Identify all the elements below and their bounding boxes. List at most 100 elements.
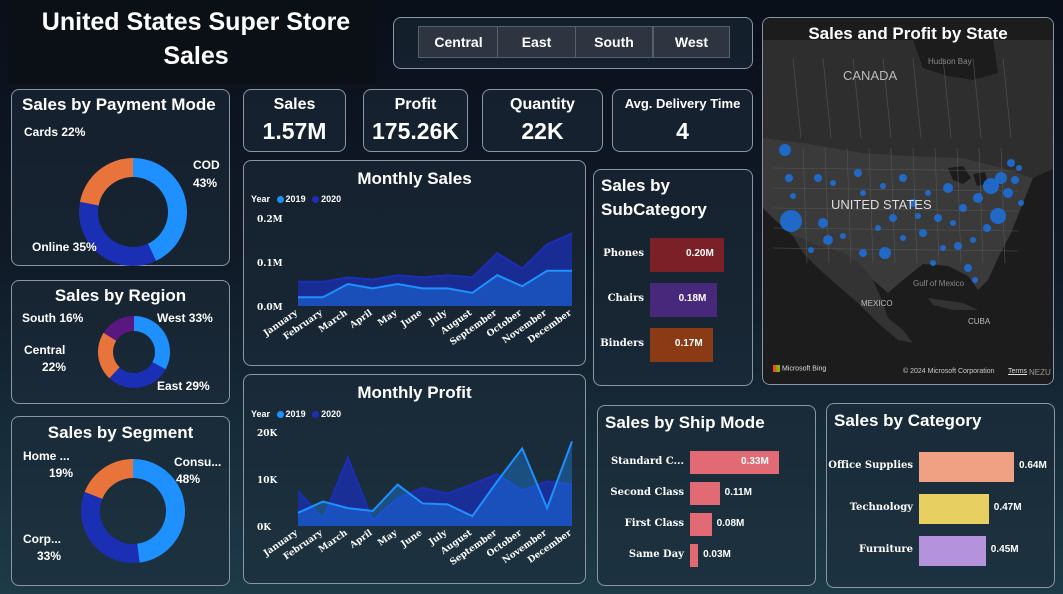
region-east-label: East 29%: [157, 379, 210, 393]
state-map-title: Sales and Profit by State: [808, 24, 1008, 43]
map-state-bubble[interactable]: [785, 174, 793, 182]
monthly-sales-ytick: 0.0M: [257, 303, 283, 313]
kpi-sales-card[interactable]: Sales 1.57M: [243, 89, 346, 152]
map-state-bubble[interactable]: [930, 260, 936, 266]
map-state-bubble[interactable]: [970, 237, 976, 243]
map-state-bubble[interactable]: [900, 235, 906, 241]
payment-online-label: Online 35%: [32, 240, 97, 254]
map-terms-link[interactable]: Terms: [1008, 368, 1027, 375]
kpi-delivery-card[interactable]: Avg. Delivery Time 4: [612, 89, 753, 152]
ship-mode-same-day-value: 0.03M: [703, 548, 731, 560]
segment-corp-pct: 33%: [37, 549, 62, 563]
map-state-bubble[interactable]: [779, 144, 791, 156]
payment-slice-cod[interactable]: [133, 158, 187, 261]
map-state-bubble[interactable]: [1016, 165, 1022, 171]
map-state-bubble[interactable]: [854, 169, 862, 177]
category-technology-bar[interactable]: [919, 494, 989, 524]
map-state-bubble[interactable]: [925, 190, 931, 196]
state-map[interactable]: CANADA Hudson Bay UNITED STATES MEXICO G…: [763, 18, 1054, 385]
category-office-supplies-bar[interactable]: [919, 452, 1014, 482]
map-state-bubble[interactable]: [823, 235, 833, 245]
kpi-quantity-card[interactable]: Quantity 22K: [482, 89, 603, 152]
map-state-bubble[interactable]: [880, 183, 886, 189]
segment-slice-corporate[interactable]: [80, 491, 140, 563]
segment-slice-home-office[interactable]: [84, 459, 133, 499]
payment-slice-cards[interactable]: [79, 158, 133, 206]
payment-cod-pct: 43%: [193, 176, 218, 190]
subcategory-chairs-label: Chairs: [607, 293, 644, 304]
monthly-sales-xtick: May: [376, 308, 400, 329]
payment-mode-panel[interactable]: Sales by Payment Mode Cards 22% COD 43% …: [11, 89, 230, 266]
map-state-bubble[interactable]: [919, 229, 927, 237]
segment-corp-name: Corp...: [23, 532, 61, 546]
subcategory-binders-label: Binders: [600, 338, 644, 349]
map-state-bubble[interactable]: [950, 220, 956, 226]
map-state-bubble[interactable]: [943, 183, 953, 193]
map-state-bubble[interactable]: [959, 204, 967, 212]
map-state-bubble[interactable]: [1003, 188, 1013, 198]
map-state-bubble[interactable]: [875, 225, 881, 231]
map-state-bubble[interactable]: [915, 213, 921, 219]
map-attribution: © 2024 Microsoft Corporation: [903, 368, 995, 375]
category-office-supplies-value: 0.64M: [1019, 460, 1047, 471]
monthly-sales-chart[interactable]: 0.2M0.1M0.0MJanuaryFebruaryMarchApril May…: [244, 161, 587, 367]
kpi-delivery-label: Avg. Delivery Time: [624, 96, 741, 111]
state-map-panel[interactable]: CANADA Hudson Bay UNITED STATES MEXICO G…: [762, 17, 1054, 385]
ship-mode-same-day-bar[interactable]: [690, 544, 699, 567]
map-state-bubble[interactable]: [860, 190, 866, 196]
map-state-bubble[interactable]: [972, 277, 978, 283]
subcategory-binders-value: 0.17M: [674, 338, 703, 349]
monthly-sales-panel[interactable]: Monthly Sales Year 2019 2020 0.2M 0.1M 0.0…: [243, 160, 586, 366]
map-state-bubble[interactable]: [954, 242, 962, 250]
map-state-bubble[interactable]: [995, 172, 1007, 184]
monthly-profit-chart[interactable]: 20K10K0KJanuaryFebruaryMarchApril May June…: [244, 375, 587, 585]
segment-panel[interactable]: Sales by Segment Home ... 19% Consu... 4…: [11, 416, 230, 586]
map-state-bubble[interactable]: [1011, 176, 1019, 184]
monthly-sales-xtick: April: [348, 308, 375, 331]
payment-cards-label: Cards 22%: [24, 125, 86, 139]
region-south-label: South 16%: [22, 311, 84, 325]
ship-mode-first-class-label: First Class: [624, 517, 684, 529]
payment-slice-online[interactable]: [79, 201, 156, 266]
ship-mode-second-class-bar[interactable]: [690, 482, 720, 505]
map-state-bubble[interactable]: [840, 233, 846, 239]
map-label-canada: CANADA: [843, 68, 898, 83]
kpi-profit-card[interactable]: Profit 175.26K: [363, 89, 468, 152]
map-state-bubble[interactable]: [990, 208, 1006, 224]
map-state-bubble[interactable]: [790, 193, 796, 199]
map-state-bubble[interactable]: [879, 247, 891, 259]
map-state-bubble[interactable]: [808, 247, 814, 253]
slicer-central[interactable]: Central: [418, 26, 499, 58]
segment-consumer-name: Consu...: [174, 455, 222, 469]
monthly-profit-panel[interactable]: Monthly Profit Year 2019 2020 20K 10K 0K Ja…: [243, 374, 586, 584]
category-furniture-bar[interactable]: [919, 536, 986, 566]
map-state-bubble[interactable]: [814, 174, 822, 182]
subcategory-panel[interactable]: Sales by SubCategory Phones 0.20M Chairs 0.…: [593, 169, 753, 386]
slicer-south[interactable]: South: [575, 26, 653, 58]
map-state-bubble[interactable]: [983, 224, 991, 232]
map-state-bubble[interactable]: [940, 245, 946, 251]
map-state-bubble[interactable]: [1018, 200, 1024, 206]
subcategory-phones-value: 0.20M: [686, 248, 714, 259]
map-state-bubble[interactable]: [973, 193, 983, 203]
map-state-bubble[interactable]: [859, 249, 867, 257]
map-state-bubble[interactable]: [830, 180, 836, 186]
ship-mode-standard-c-label: Standard C...: [610, 455, 684, 467]
monthly-profit-xtick: May: [376, 528, 400, 549]
ship-mode-first-class-bar[interactable]: [690, 513, 712, 536]
map-state-bubble[interactable]: [889, 214, 897, 222]
subcategory-title-line2: SubCategory: [601, 200, 707, 219]
map-state-bubble[interactable]: [1007, 159, 1015, 167]
slicer-east[interactable]: East: [497, 26, 576, 58]
category-panel[interactable]: Sales by Category Office Supplies 0.64M Te…: [826, 403, 1055, 588]
ship-mode-first-class-value: 0.08M: [716, 517, 745, 529]
ship-mode-panel[interactable]: Sales by Ship Mode Standard C... 0.33M Sec…: [597, 405, 816, 586]
map-state-bubble[interactable]: [818, 218, 828, 228]
map-state-bubble[interactable]: [964, 264, 972, 272]
map-state-bubble[interactable]: [934, 214, 942, 222]
slicer-west[interactable]: West: [653, 26, 730, 58]
map-state-bubble[interactable]: [899, 174, 907, 182]
monthly-sales-xtick: March: [317, 308, 350, 335]
region-panel[interactable]: Sales by Region South 16% West 33% Centr…: [11, 280, 230, 404]
map-state-bubble[interactable]: [780, 210, 802, 232]
